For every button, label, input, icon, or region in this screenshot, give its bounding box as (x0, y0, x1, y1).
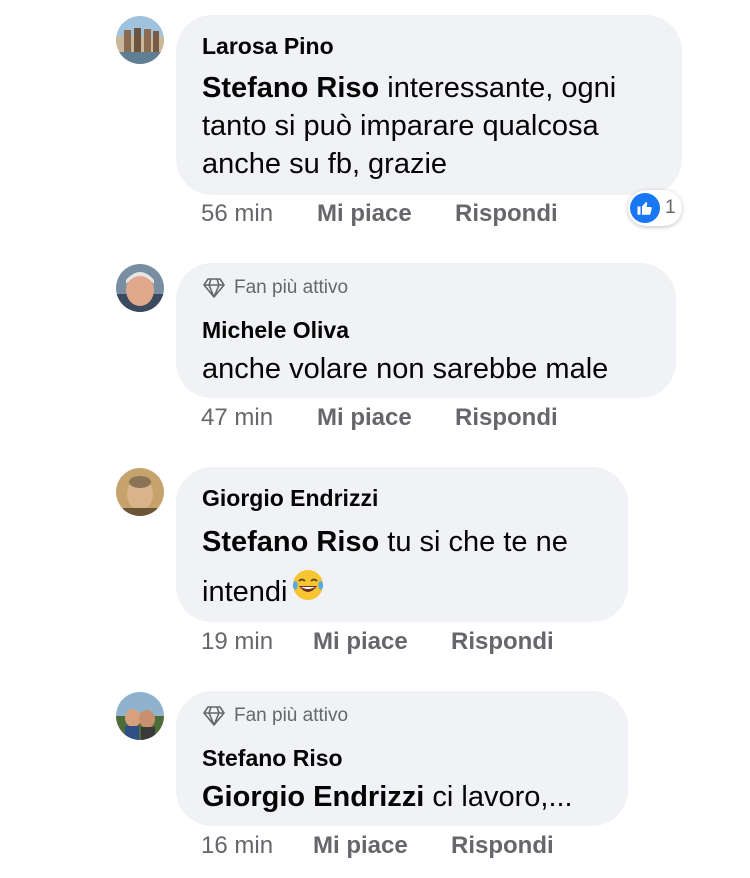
tears-of-joy-emoji (291, 568, 325, 618)
mention-link[interactable]: Stefano Riso (202, 72, 379, 104)
timestamp[interactable]: 16 min (201, 832, 313, 860)
comment-bubble: Larosa Pino Stefano Riso interessante, o… (176, 15, 682, 195)
mention-link[interactable]: Stefano Riso (202, 526, 379, 558)
badge-label: Fan più attivo (234, 277, 349, 298)
comment-author[interactable]: Giorgio Endrizzi (202, 485, 378, 512)
top-fan-badge: Fan più attivo (202, 705, 348, 727)
diamond-icon (203, 706, 225, 726)
timestamp[interactable]: 47 min (201, 404, 317, 432)
comment-actions: 16 min Mi piace Rispondi (201, 832, 554, 860)
comment-text: Stefano Riso interessante, ogni tanto si… (202, 72, 617, 180)
like-button[interactable]: Mi piace (317, 404, 455, 432)
avatar-giorgio-endrizzi[interactable] (116, 468, 164, 516)
reply-button[interactable]: Rispondi (451, 832, 554, 860)
reaction-count: 1 (665, 197, 676, 218)
reply-button[interactable]: Rispondi (451, 628, 554, 656)
reply-button[interactable]: Rispondi (455, 404, 558, 432)
avatar-stefano-riso[interactable] (116, 692, 164, 740)
comment-actions: 56 min Mi piace Rispondi (201, 200, 558, 228)
like-button[interactable]: Mi piace (313, 832, 451, 860)
avatar-michele-oliva[interactable] (116, 264, 164, 312)
badge-label: Fan più attivo (234, 705, 349, 726)
reply-button[interactable]: Rispondi (455, 200, 558, 228)
diamond-icon (203, 278, 225, 298)
comment-text: Giorgio Endrizzi ci lavoro,... (202, 781, 573, 813)
reaction-count-badge[interactable]: 1 (628, 190, 682, 226)
timestamp[interactable]: 56 min (201, 200, 317, 228)
thumbs-up-icon (630, 193, 660, 223)
comment-author[interactable]: Michele Oliva (202, 317, 349, 344)
timestamp[interactable]: 19 min (201, 628, 313, 656)
comment-text: Stefano Riso tu si che te ne intendi (202, 517, 568, 618)
comment-text: anche volare non sarebbe male (202, 353, 609, 385)
comment-bubble: Fan più attivo Michele Oliva anche volar… (176, 263, 676, 398)
comment-author[interactable]: Larosa Pino (202, 33, 334, 60)
comment-bubble: Giorgio Endrizzi Stefano Riso tu si che … (176, 467, 628, 622)
like-button[interactable]: Mi piace (317, 200, 455, 228)
comment-actions: 19 min Mi piace Rispondi (201, 628, 554, 656)
avatar-larosa-pino[interactable] (116, 16, 164, 64)
comment-author[interactable]: Stefano Riso (202, 745, 343, 772)
comment-bubble: Fan più attivo Stefano Riso Giorgio Endr… (176, 691, 628, 826)
like-button[interactable]: Mi piace (313, 628, 451, 656)
mention-link[interactable]: Giorgio Endrizzi (202, 781, 424, 813)
comment-actions: 47 min Mi piace Rispondi (201, 404, 558, 432)
top-fan-badge: Fan più attivo (202, 277, 348, 299)
